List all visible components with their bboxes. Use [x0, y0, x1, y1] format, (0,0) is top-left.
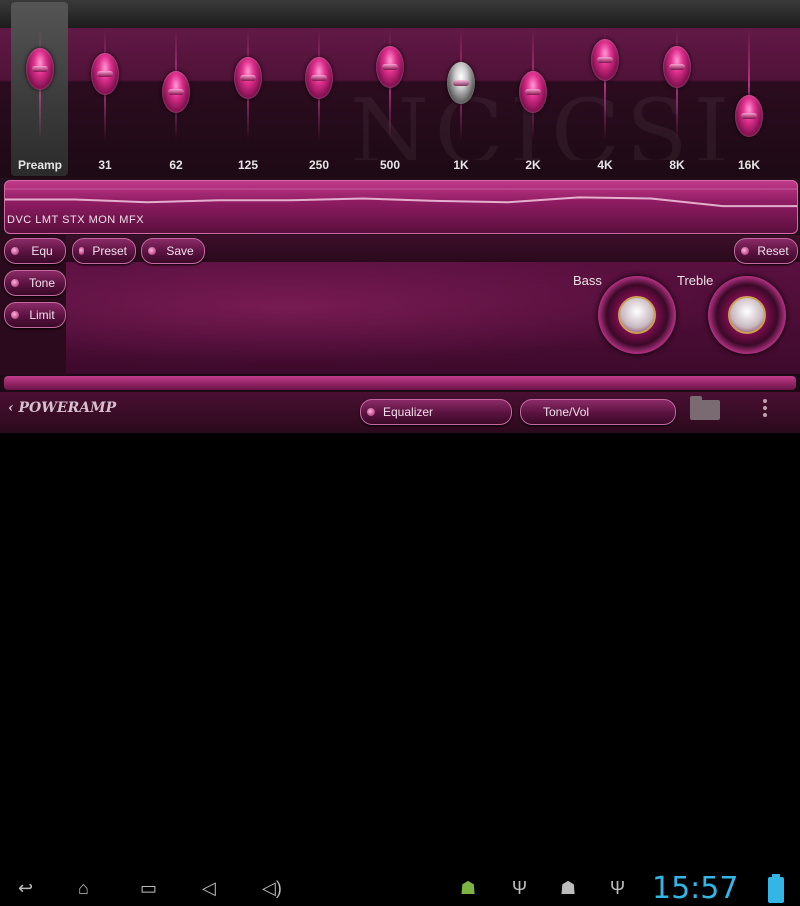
limit-toggle-button[interactable]: Limit: [4, 302, 66, 328]
android-debug-icon: ☗: [460, 878, 477, 898]
band-4k[interactable]: 4K: [575, 0, 635, 178]
band-250[interactable]: 250: [289, 0, 349, 178]
equalizer-tab[interactable]: Equalizer: [360, 399, 512, 425]
band-1k[interactable]: 1K: [431, 0, 491, 178]
folder-icon[interactable]: [690, 396, 720, 420]
band-label: 31: [98, 158, 112, 172]
poweramp-equalizer-screen: NCICSI Preamp 31 62 125 250 500 1K 2K 4K…: [0, 0, 800, 433]
overflow-menu-icon[interactable]: [760, 396, 770, 420]
preset-button[interactable]: Preset: [72, 238, 136, 264]
band-label: 2K: [525, 158, 541, 172]
limit-label: Limit: [29, 308, 55, 322]
band-16k[interactable]: 16K: [719, 0, 779, 178]
band-125[interactable]: 125: [218, 0, 278, 178]
reset-label: Reset: [757, 244, 789, 258]
band-label: Preamp: [17, 158, 63, 172]
back-chevron-icon: ‹: [8, 400, 19, 416]
slider-knob[interactable]: [447, 61, 475, 104]
treble-knob[interactable]: [708, 276, 786, 354]
recent-apps-icon[interactable]: ▭: [140, 879, 157, 897]
battery-charging-icon: [768, 874, 784, 903]
tonevol-tab-label: Tone/Vol: [543, 405, 590, 419]
divider-stripe: [4, 376, 796, 390]
band-31[interactable]: 31: [75, 0, 135, 178]
save-button[interactable]: Save: [141, 238, 205, 264]
slider-knob[interactable]: [663, 46, 691, 89]
tonevol-tab[interactable]: Tone/Vol: [520, 399, 676, 425]
band-preamp[interactable]: Preamp: [10, 0, 70, 178]
save-label: Save: [166, 244, 194, 258]
slider-knob[interactable]: [519, 70, 547, 113]
band-label: 1K: [453, 158, 469, 172]
processing-flags: DVC LMT STX MON MFX: [7, 214, 145, 226]
band-label: 4K: [597, 158, 613, 172]
tone-label: Tone: [28, 276, 56, 290]
treble-label: Treble: [677, 273, 714, 288]
volume-down-icon[interactable]: ◁: [202, 879, 216, 897]
button-indicator-icon: [148, 247, 156, 255]
band-label: 8K: [669, 158, 685, 172]
equ-toggle-button[interactable]: Equ: [4, 238, 66, 264]
treble-knob-cap: [728, 296, 766, 334]
button-indicator-icon: [79, 247, 85, 255]
band-500[interactable]: 500: [360, 0, 420, 178]
band-label: 62: [169, 158, 183, 172]
eq-curve-display: DVC LMT STX MON MFX: [4, 180, 798, 234]
system-navigation-bar: ↩ ⌂ ▭ ◁ ◁) ☗ Ψ ☗ Ψ 15:57: [0, 433, 800, 906]
android-notification-icon: ☗: [560, 878, 577, 898]
usb-icon: Ψ: [512, 878, 528, 898]
band-62[interactable]: 62: [146, 0, 206, 178]
button-indicator-icon: [741, 247, 749, 255]
band-label: 500: [379, 158, 401, 172]
preset-label: Preset: [92, 244, 127, 258]
equ-label: Equ: [31, 244, 53, 258]
bass-knob[interactable]: [598, 276, 676, 354]
band-8k[interactable]: 8K: [647, 0, 707, 178]
home-icon[interactable]: ⌂: [78, 879, 89, 897]
band-label: 125: [237, 158, 259, 172]
tab-indicator-icon: [367, 408, 375, 416]
eq-curve-line: [5, 196, 797, 208]
toggle-indicator-icon: [11, 279, 19, 287]
logo-text: POWERAMP: [18, 400, 117, 416]
slider-knob[interactable]: [735, 94, 763, 137]
slider-knob[interactable]: [591, 39, 619, 81]
poweramp-logo[interactable]: ‹ POWERAMP: [8, 400, 116, 416]
bass-label: Bass: [573, 273, 602, 288]
clock: 15:57: [652, 871, 739, 906]
toggle-indicator-icon: [11, 247, 19, 255]
slider-knob[interactable]: [26, 48, 54, 90]
back-icon[interactable]: ↩: [18, 879, 33, 897]
equalizer-panel: NCICSI Preamp 31 62 125 250 500 1K 2K 4K…: [0, 0, 800, 178]
slider-knob[interactable]: [305, 57, 333, 99]
band-label: 16K: [737, 158, 760, 172]
slider-knob[interactable]: [162, 70, 190, 113]
band-label: 250: [308, 158, 330, 172]
tone-toggle-button[interactable]: Tone: [4, 270, 66, 296]
slider-knob[interactable]: [234, 57, 262, 99]
toggle-indicator-icon: [11, 311, 19, 319]
volume-up-icon[interactable]: ◁): [262, 879, 282, 897]
slider-knob[interactable]: [376, 46, 404, 89]
reset-button[interactable]: Reset: [734, 238, 798, 264]
bass-knob-cap: [618, 296, 656, 334]
equalizer-tab-label: Equalizer: [383, 405, 434, 419]
slider-knob[interactable]: [91, 52, 119, 95]
band-2k[interactable]: 2K: [503, 0, 563, 178]
usb-icon: Ψ: [610, 878, 626, 898]
